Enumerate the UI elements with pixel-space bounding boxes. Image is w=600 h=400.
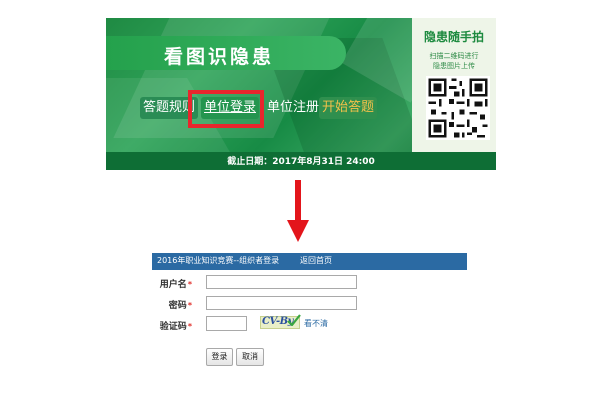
qr-code-icon [426,76,490,140]
password-label-text: 密码 [168,301,187,311]
login-button[interactable]: 登录 [206,348,233,366]
highlight-box [188,90,264,128]
username-input[interactable] [206,275,357,289]
form-header-title: 2016年职业知识竞赛--组织者登录 [157,256,280,265]
refresh-captcha-link[interactable]: 看不清 [304,318,328,329]
required-mark: * [187,301,192,310]
username-label: 用户名* [152,277,192,290]
qr-subtitle-2: 隐患图片上传 [433,62,475,70]
down-arrow-icon [287,180,309,242]
captcha-label: 验证码* [152,319,192,332]
qr-subtitle-1: 扫描二维码进行 [429,52,479,60]
banner: 看图识隐患 答题规则 单位登录 单位注册 开始答题 截止日期：2017年8月31… [106,18,496,170]
cancel-button[interactable]: 取消 [236,348,264,366]
nav-register-button[interactable]: 单位注册 [264,97,322,119]
required-mark: * [187,322,192,331]
captcha-input[interactable] [206,316,247,331]
required-mark: * [187,280,192,289]
password-input[interactable] [206,296,357,310]
back-home-link[interactable]: 返回首页 [300,255,332,267]
checkmark-icon [287,314,301,326]
password-label: 密码* [152,298,192,311]
username-label-text: 用户名 [159,280,187,290]
banner-title: 看图识隐患 [164,46,275,68]
captcha-label-text: 验证码 [159,322,187,332]
nav-start-button[interactable]: 开始答题 [319,97,378,119]
deadline-text: 截止日期：2017年8月31日 24:00 [227,157,375,167]
qr-title: 隐患随手拍 [423,30,484,44]
